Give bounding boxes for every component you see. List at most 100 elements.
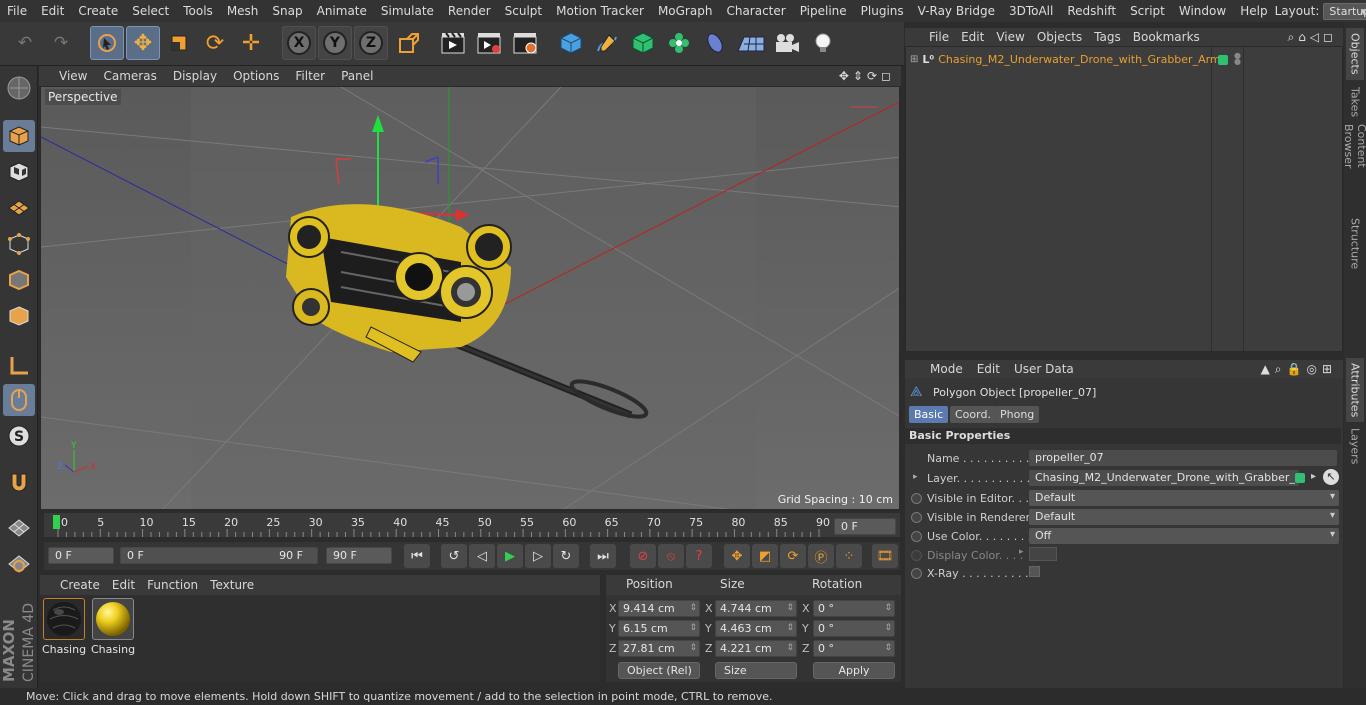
material-menu-function[interactable]: Function (141, 578, 204, 592)
key-position-icon[interactable]: ✥ (724, 544, 750, 568)
size-z-field[interactable]: 4.221 cm (715, 640, 797, 657)
attribute-menu-mode[interactable]: Mode (923, 362, 970, 376)
viewport-menu-panel[interactable]: Panel (333, 69, 381, 83)
use-color-dropdown[interactable]: Off (1029, 528, 1339, 544)
menu-create[interactable]: Create (71, 4, 125, 18)
floor-icon[interactable] (734, 26, 768, 60)
rotate-tool-icon[interactable]: ⟳ (198, 26, 232, 60)
x-axis-lock-icon[interactable]: X (282, 26, 316, 60)
position-z-field[interactable]: 27.81 cm (618, 640, 700, 657)
key-scale-icon[interactable]: ◩ (752, 544, 778, 568)
attribute-menu-edit[interactable]: Edit (970, 362, 1007, 376)
side-tab-structure[interactable]: Structure (1346, 216, 1364, 272)
cloner-icon[interactable] (662, 26, 696, 60)
tab-phong[interactable]: Phong (995, 406, 1040, 423)
timeline-ruler[interactable]: 0 5 10 15 20 25 30 35 40 45 50 55 60 65 70 75 80 85 90 0 F (44, 513, 900, 537)
side-tab-takes[interactable]: Takes (1346, 84, 1364, 120)
max-frame-field[interactable]: 90 F (326, 547, 392, 564)
expand-icon[interactable]: ⊞ (910, 54, 918, 65)
solo-mode-icon[interactable]: S (3, 420, 35, 452)
object-menu-file[interactable]: File (923, 30, 955, 44)
animate-radio-icon[interactable] (911, 531, 922, 542)
layer-color-swatch[interactable] (1218, 55, 1228, 65)
key-rotation-icon[interactable]: ⟳ (780, 544, 806, 568)
xray-checkbox[interactable] (1029, 566, 1040, 577)
current-frame-field[interactable]: 0 F (834, 518, 896, 535)
object-manager[interactable]: ⊞ L⁰ Chasing_M2_Underwater_Drone_with_Gr… (905, 46, 1343, 352)
size-y-field[interactable]: 4.463 cm (715, 620, 797, 637)
tab-coord[interactable]: Coord. (950, 406, 996, 423)
object-menu-view[interactable]: View (990, 30, 1030, 44)
menu-motion-tracker[interactable]: Motion Tracker (549, 4, 651, 18)
visible-renderer-dropdown[interactable]: Default (1029, 509, 1339, 525)
object-manager-nav-icons[interactable]: ⌕⌂◁◻ (1287, 30, 1343, 45)
size-mode-dropdown[interactable]: Size (715, 662, 797, 679)
camera-icon[interactable] (770, 26, 804, 60)
object-menu-tags[interactable]: Tags (1088, 30, 1127, 44)
menu-mograph[interactable]: MoGraph (651, 4, 720, 18)
menu-script[interactable]: Script (1123, 4, 1172, 18)
object-menu-edit[interactable]: Edit (955, 30, 990, 44)
layer-menu-arrow-icon[interactable]: ▸ (1311, 471, 1316, 482)
menu-pipeline[interactable]: Pipeline (793, 4, 854, 18)
light-icon[interactable] (806, 26, 840, 60)
material-menu-edit[interactable]: Edit (106, 578, 141, 592)
rotation-p-field[interactable]: 0 ° (813, 620, 895, 637)
menu-edit[interactable]: Edit (34, 4, 71, 18)
layer-field[interactable]: Chasing_M2_Underwater_Drone_with_Grabber… (1029, 470, 1299, 486)
menu-character[interactable]: Character (719, 4, 792, 18)
tab-basic[interactable]: Basic (909, 406, 949, 423)
viewport-camera-label[interactable]: Perspective (45, 89, 121, 105)
layer-pick-icon[interactable]: ↖ (1323, 469, 1339, 485)
visible-editor-dropdown[interactable]: Default (1029, 490, 1339, 506)
previous-key-icon[interactable]: ↺ (441, 544, 467, 568)
y-axis-lock-icon[interactable]: Y (318, 26, 352, 60)
menu-simulate[interactable]: Simulate (374, 4, 441, 18)
viewport-menu-options[interactable]: Options (225, 69, 287, 83)
object-name[interactable]: Chasing_M2_Underwater_Drone_with_Grabber… (938, 53, 1220, 66)
menu-plugins[interactable]: Plugins (854, 4, 911, 18)
edge-mode-icon[interactable] (3, 264, 35, 296)
scale-tool-icon[interactable] (162, 26, 196, 60)
undo-icon[interactable]: ↶ (8, 26, 42, 60)
viewport-menu-display[interactable]: Display (165, 69, 225, 83)
side-tab-objects[interactable]: Objects (1346, 28, 1364, 80)
deformer-icon[interactable] (698, 26, 732, 60)
recent-tool-icon[interactable]: ✛ (234, 26, 268, 60)
menu-file[interactable]: File (0, 4, 34, 18)
viewport-nav-icons[interactable]: ✥⇕⟳◻ (839, 69, 901, 83)
name-field[interactable]: propeller_07 (1029, 450, 1337, 466)
layer-expand-icon[interactable]: ▸ (913, 472, 918, 482)
menu-vray-bridge[interactable]: V-Ray Bridge (911, 4, 1002, 18)
material-menu-texture[interactable]: Texture (204, 578, 260, 592)
attribute-menu-user-data[interactable]: User Data (1007, 362, 1081, 376)
menu-animate[interactable]: Animate (310, 4, 374, 18)
visibility-dots-icon[interactable]: ● ● (1234, 52, 1241, 66)
viewport-menu-filter[interactable]: Filter (287, 69, 333, 83)
render-picture-viewer-icon[interactable] (472, 26, 506, 60)
workplane-lock-icon[interactable] (3, 512, 35, 544)
rotation-h-field[interactable]: 0 ° (813, 600, 895, 617)
coordinate-mode-dropdown[interactable]: Object (Rel) (618, 662, 700, 679)
menu-snap[interactable]: Snap (265, 4, 309, 18)
next-key-icon[interactable]: ↻ (553, 544, 579, 568)
subdivision-surface-icon[interactable] (626, 26, 660, 60)
preview-range-slider[interactable]: 0 F 90 F (120, 547, 318, 564)
cube-primitive-icon[interactable] (554, 26, 588, 60)
point-mode-icon[interactable] (3, 228, 35, 260)
menu-mesh[interactable]: Mesh (220, 4, 266, 18)
move-tool-icon[interactable]: ✥ (126, 26, 160, 60)
animate-radio-icon[interactable] (911, 512, 922, 523)
spline-pen-icon[interactable] (590, 26, 624, 60)
layout-select[interactable]: Startup (1323, 2, 1366, 20)
z-axis-lock-icon[interactable]: Z (354, 26, 388, 60)
animate-radio-icon[interactable] (911, 493, 922, 504)
record-keys-icon[interactable]: ⊘ (630, 544, 656, 568)
menu-window[interactable]: Window (1172, 4, 1233, 18)
object-tree-row[interactable]: ⊞ L⁰ Chasing_M2_Underwater_Drone_with_Gr… (910, 53, 1221, 66)
perspective-viewport[interactable]: Y X Z Perspective Grid Spacing : 10 cm (40, 86, 900, 510)
live-selection-icon[interactable] (90, 26, 124, 60)
keyframe-selection-icon[interactable]: ? (686, 544, 712, 568)
size-x-field[interactable]: 4.744 cm (715, 600, 797, 617)
snapping-icon[interactable] (3, 466, 35, 498)
